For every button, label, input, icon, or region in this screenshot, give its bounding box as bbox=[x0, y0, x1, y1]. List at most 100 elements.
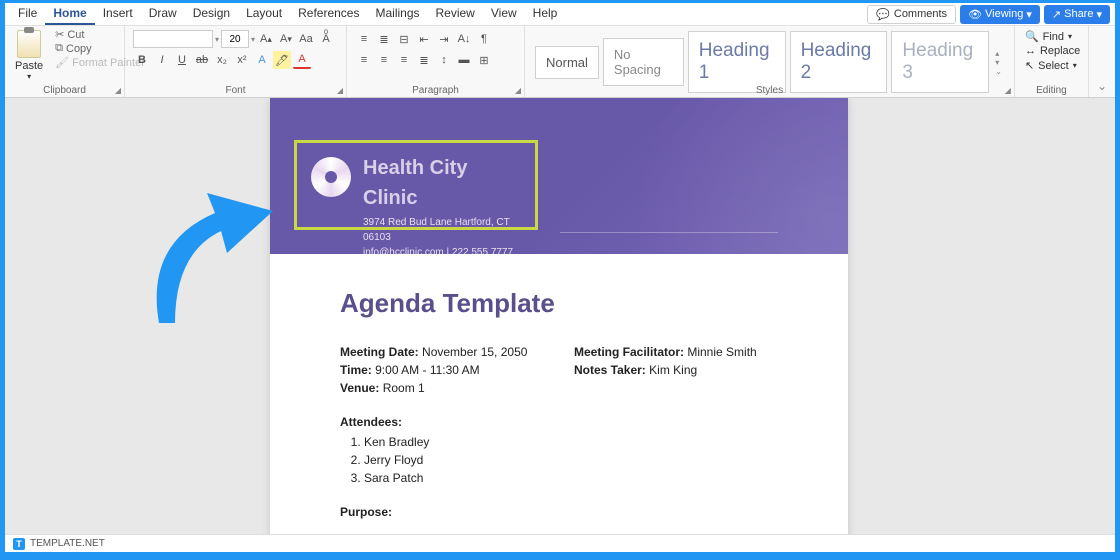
shrink-font-button[interactable]: A▾ bbox=[277, 30, 295, 48]
chevron-down-icon[interactable]: ▾ bbox=[251, 35, 255, 44]
menu-layout[interactable]: Layout bbox=[238, 3, 290, 25]
spiral-logo-icon bbox=[311, 157, 351, 197]
dialog-launcher-icon[interactable]: ◢ bbox=[337, 86, 343, 95]
underline-button[interactable]: U bbox=[173, 51, 191, 69]
brush-icon: 🖌 bbox=[55, 56, 69, 69]
chevron-down-icon: ▾ bbox=[1026, 8, 1032, 21]
document-body[interactable]: Agenda Template Meeting Date: November 1… bbox=[270, 254, 848, 552]
text-effects-button[interactable]: A bbox=[253, 51, 271, 69]
share-button[interactable]: ↗Share▾ bbox=[1044, 5, 1110, 24]
menu-view[interactable]: View bbox=[483, 3, 525, 25]
document-canvas[interactable]: Health City Clinic 3974 Red Bud Lane Har… bbox=[5, 98, 1115, 552]
list-item: Jerry Floyd bbox=[364, 451, 778, 469]
bold-button[interactable]: B bbox=[133, 51, 151, 69]
paste-button[interactable]: Paste ▾ bbox=[9, 28, 49, 83]
style-normal[interactable]: Normal bbox=[535, 46, 599, 79]
superscript-button[interactable]: x² bbox=[233, 51, 251, 69]
italic-button[interactable]: I bbox=[153, 51, 171, 69]
collapse-ribbon-button[interactable]: ⌄ bbox=[1089, 75, 1115, 97]
font-family-input[interactable] bbox=[133, 30, 213, 48]
dialog-launcher-icon[interactable]: ◢ bbox=[515, 86, 521, 95]
style-heading3[interactable]: Heading 3 bbox=[891, 31, 989, 93]
replace-icon: ↔ bbox=[1025, 45, 1036, 57]
attendees-section: Attendees: Ken Bradley Jerry Floyd Sara … bbox=[340, 415, 778, 487]
style-heading2[interactable]: Heading 2 bbox=[790, 31, 888, 93]
menu-review[interactable]: Review bbox=[428, 3, 483, 25]
list-item: Sara Patch bbox=[364, 469, 778, 487]
align-left-button[interactable]: ≡ bbox=[355, 51, 373, 69]
notes-label: Notes Taker: bbox=[574, 363, 646, 377]
meeting-date: November 15, 2050 bbox=[419, 345, 528, 359]
sort-button[interactable]: A↓ bbox=[455, 30, 473, 48]
subscript-button[interactable]: x₂ bbox=[213, 51, 231, 69]
paragraph-group-label: Paragraph bbox=[347, 85, 524, 96]
document-page[interactable]: Health City Clinic 3974 Red Bud Lane Har… bbox=[270, 98, 848, 552]
multilevel-button[interactable]: ⊟ bbox=[395, 30, 413, 48]
menu-file[interactable]: File bbox=[10, 3, 45, 25]
dialog-launcher-icon[interactable]: ◢ bbox=[115, 86, 121, 95]
paste-icon bbox=[17, 30, 41, 58]
style-heading1[interactable]: Heading 1 bbox=[688, 31, 786, 93]
increase-indent-button[interactable]: ⇥ bbox=[435, 30, 453, 48]
menu-mailings[interactable]: Mailings bbox=[367, 3, 427, 25]
attendees-label: Attendees: bbox=[340, 415, 402, 429]
menu-insert[interactable]: Insert bbox=[95, 3, 141, 25]
clipboard-group: Paste ▾ ✂Cut ⧉Copy 🖌Format Painter Clipb… bbox=[5, 26, 125, 97]
menu-design[interactable]: Design bbox=[185, 3, 238, 25]
clear-format-button[interactable]: Aͦ bbox=[317, 30, 335, 48]
comment-icon: 💬 bbox=[876, 8, 890, 21]
numbering-button[interactable]: ≣ bbox=[375, 30, 393, 48]
align-right-button[interactable]: ≡ bbox=[395, 51, 413, 69]
chevron-down-icon[interactable]: ▾ bbox=[215, 35, 219, 44]
show-marks-button[interactable]: ¶ bbox=[475, 30, 493, 48]
comments-button[interactable]: 💬 Comments bbox=[867, 5, 956, 24]
grow-font-button[interactable]: A▴ bbox=[257, 30, 275, 48]
align-center-button[interactable]: ≡ bbox=[375, 51, 393, 69]
template-badge-icon: T bbox=[13, 538, 25, 550]
menu-home[interactable]: Home bbox=[45, 3, 94, 25]
viewing-button[interactable]: 👁Viewing▾ bbox=[960, 5, 1040, 24]
clipboard-group-label: Clipboard bbox=[5, 85, 124, 96]
select-button[interactable]: ↖Select▾ bbox=[1025, 59, 1078, 72]
header-banner: Health City Clinic 3974 Red Bud Lane Har… bbox=[270, 98, 848, 254]
main-menu: File Home Insert Draw Design Layout Refe… bbox=[10, 3, 565, 25]
menu-help[interactable]: Help bbox=[525, 3, 566, 25]
strike-button[interactable]: ab bbox=[193, 51, 211, 69]
highlight-button[interactable]: 🖊 bbox=[273, 51, 291, 69]
style-no-spacing[interactable]: No Spacing bbox=[603, 38, 684, 86]
font-size-input[interactable] bbox=[221, 30, 249, 48]
bullets-button[interactable]: ≡ bbox=[355, 30, 373, 48]
meta-left: Meeting Date: November 15, 2050 Time: 9:… bbox=[340, 343, 544, 397]
decrease-indent-button[interactable]: ⇤ bbox=[415, 30, 433, 48]
clinic-logo-box[interactable]: Health City Clinic 3974 Red Bud Lane Har… bbox=[294, 140, 538, 230]
dialog-launcher-icon[interactable]: ◢ bbox=[1005, 86, 1011, 95]
borders-button[interactable]: ⊞ bbox=[475, 51, 493, 69]
font-group: ▾ ▾ A▴ A▾ Aa Aͦ B I U ab x₂ x² A 🖊 A Fon… bbox=[125, 26, 347, 97]
editing-group: 🔍Find▾ ↔Replace ↖Select▾ Editing bbox=[1015, 26, 1089, 97]
eye-icon: 👁 bbox=[968, 8, 982, 21]
share-icon: ↗ bbox=[1052, 8, 1061, 21]
shading-button[interactable]: ▬ bbox=[455, 51, 473, 69]
meeting-date-label: Meeting Date: bbox=[340, 345, 419, 359]
replace-label: Replace bbox=[1040, 45, 1080, 57]
facilitator-value: Minnie Smith bbox=[684, 345, 757, 359]
styles-scroll[interactable]: ▴▾⌄ bbox=[993, 47, 1004, 78]
time-value: 9:00 AM - 11:30 AM bbox=[372, 363, 480, 377]
arrow-icon bbox=[145, 173, 275, 328]
copy-label: Copy bbox=[66, 43, 92, 55]
menu-references[interactable]: References bbox=[290, 3, 367, 25]
callout-arrow bbox=[145, 173, 275, 328]
select-label: Select bbox=[1038, 60, 1069, 72]
font-color-button[interactable]: A bbox=[293, 51, 311, 69]
change-case-button[interactable]: Aa bbox=[297, 30, 315, 48]
justify-button[interactable]: ≣ bbox=[415, 51, 433, 69]
clinic-contact: info@hcclinic.com | 222 555 7777 bbox=[363, 245, 521, 254]
menu-draw[interactable]: Draw bbox=[141, 3, 185, 25]
comments-label: Comments bbox=[894, 8, 947, 20]
line-spacing-button[interactable]: ↕ bbox=[435, 51, 453, 69]
notes-value: Kim King bbox=[646, 363, 697, 377]
find-button[interactable]: 🔍Find▾ bbox=[1025, 30, 1078, 43]
chevron-up-icon: ▴ bbox=[995, 49, 1002, 58]
replace-button[interactable]: ↔ Replace bbox=[1025, 45, 1078, 57]
find-label: Find bbox=[1043, 31, 1064, 43]
